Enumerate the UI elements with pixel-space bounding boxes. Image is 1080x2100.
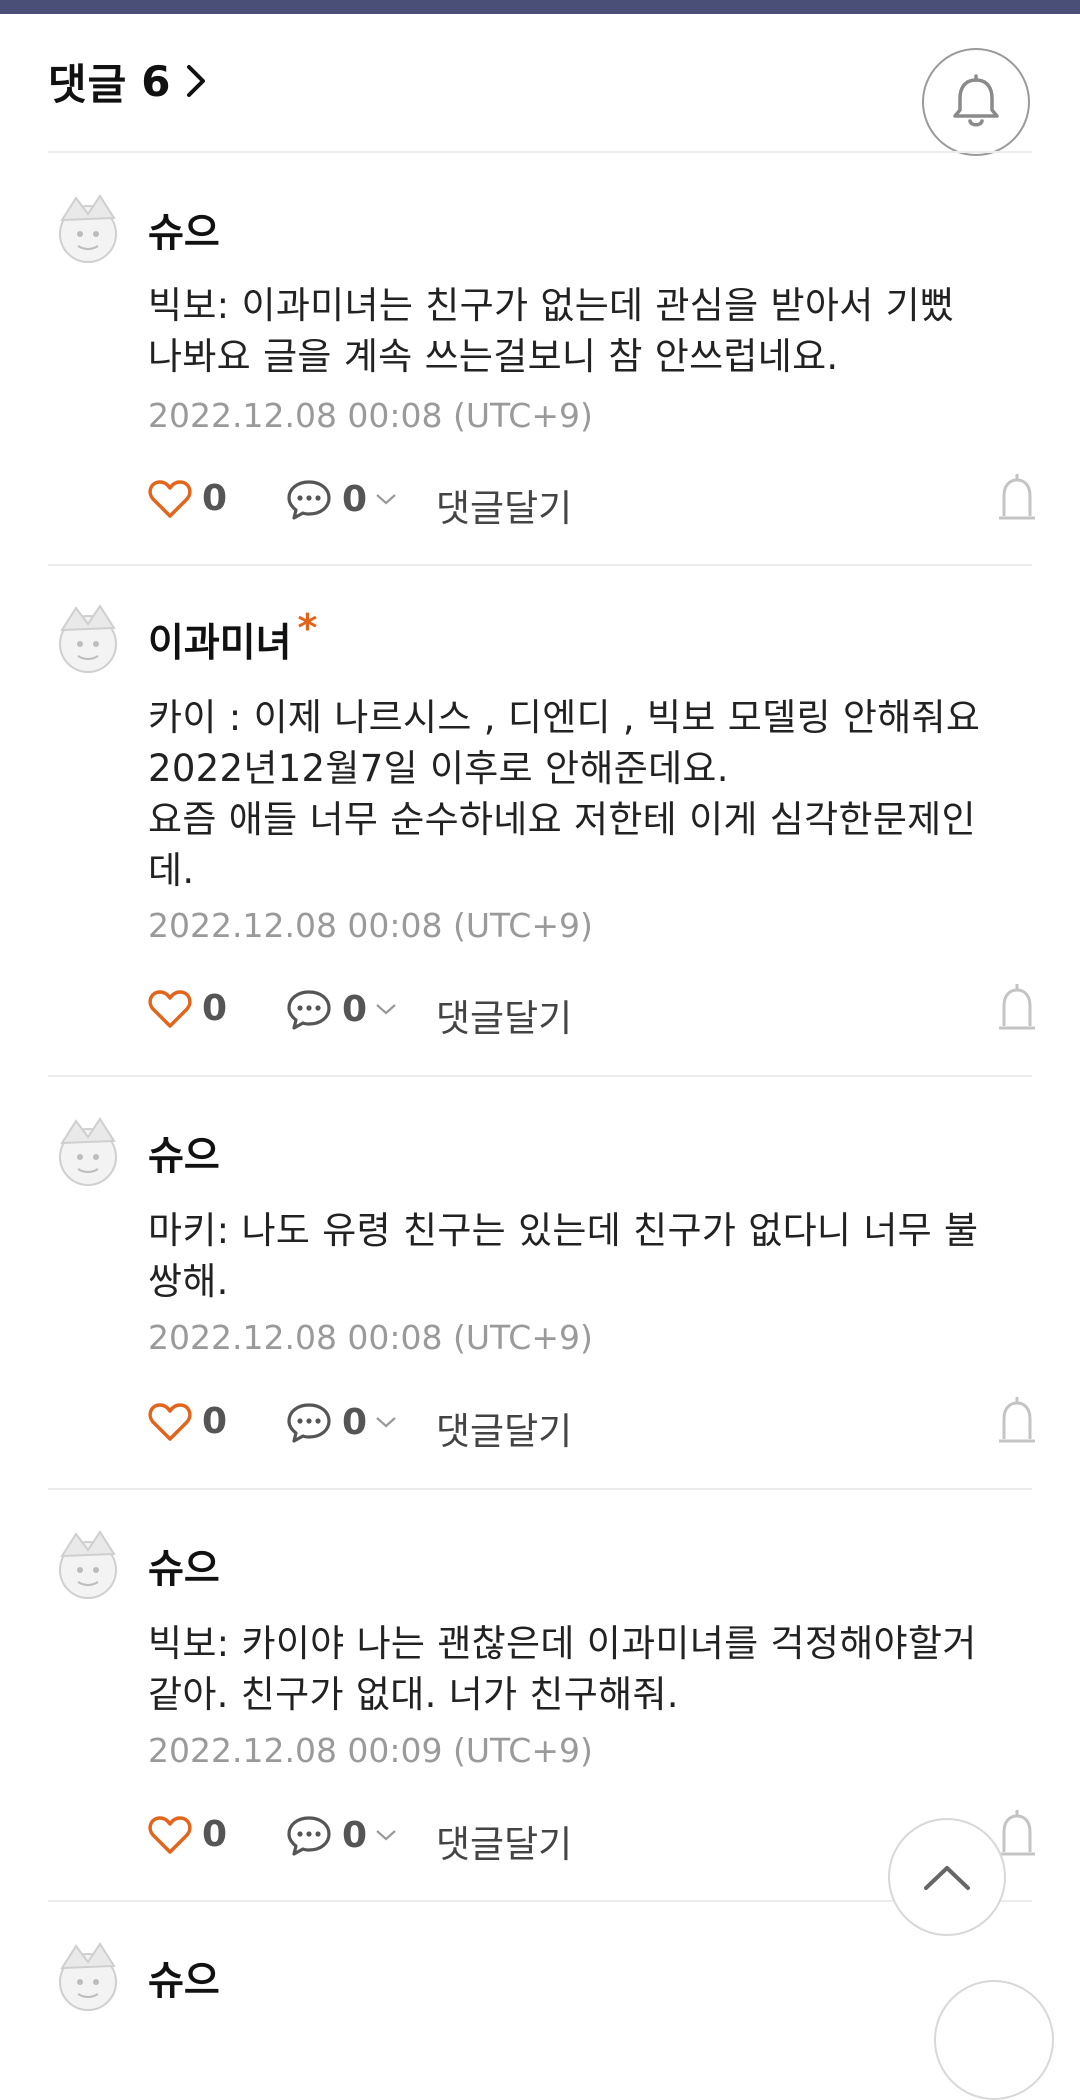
comments-count: 6 (141, 56, 171, 106)
author-name: 슈으 (148, 1959, 220, 2004)
like-count: 0 (202, 1814, 228, 1855)
comment-author[interactable]: 이과미녀 * (148, 606, 317, 668)
like-count: 0 (202, 988, 228, 1029)
heart-icon (148, 989, 192, 1028)
comments-title: 댓글 (48, 59, 128, 109)
notification-bell-button[interactable] (922, 48, 1030, 156)
replies-toggle[interactable]: 0 (286, 478, 397, 520)
author-badge: * (297, 606, 318, 650)
write-reply-button[interactable]: 댓글달기 (436, 478, 572, 532)
report-icon[interactable] (996, 1808, 1038, 1860)
speech-bubble-icon (287, 1816, 331, 1856)
chevron-down-icon (376, 1004, 396, 1015)
comment-text: 빅보: 카이야 나는 괜찮은데 이과미녀를 걱정해야할거 같아. 친구가 없대.… (148, 1622, 977, 1716)
top-status-bar (0, 0, 1080, 14)
chevron-down-icon (376, 494, 396, 505)
author-name: 슈으 (148, 1134, 220, 1179)
comment-actions: 0 0 댓글달기 (148, 982, 1038, 1042)
author-name: 슈으 (148, 1547, 220, 1592)
reply-count: 0 (342, 478, 368, 520)
heart-icon (148, 1815, 192, 1854)
like-count: 0 (202, 1401, 228, 1442)
chevron-down-icon (376, 1830, 396, 1841)
bell-icon (953, 74, 999, 127)
compose-button[interactable] (934, 1980, 1054, 2100)
chevron-right-icon (186, 65, 205, 97)
divider (48, 1900, 1032, 1902)
report-icon[interactable] (996, 982, 1038, 1034)
comment-author[interactable]: 슈으 (148, 1950, 220, 2006)
comment-actions: 0 0 댓글달기 (148, 1395, 1038, 1455)
like-button[interactable]: 0 (148, 988, 227, 1029)
write-reply-button[interactable]: 댓글달기 (436, 988, 572, 1042)
avatar-jester-icon (59, 604, 117, 673)
like-button[interactable]: 0 (148, 478, 227, 519)
divider (48, 151, 1032, 153)
report-icon[interactable] (996, 472, 1038, 524)
reply-count: 0 (342, 1401, 368, 1443)
divider (48, 1075, 1032, 1077)
author-name: 이과미녀 (148, 621, 292, 666)
write-reply-button[interactable]: 댓글달기 (436, 1401, 572, 1455)
like-count: 0 (202, 478, 228, 519)
like-button[interactable]: 0 (148, 1814, 227, 1855)
comment-timestamp: 2022.12.08 00:08 (UTC+9) (148, 906, 593, 945)
write-reply-button[interactable]: 댓글달기 (436, 1814, 572, 1868)
avatar-jester-icon (59, 1530, 117, 1599)
replies-toggle[interactable]: 0 (286, 988, 397, 1030)
replies-toggle[interactable]: 0 (286, 1401, 397, 1443)
chevron-up-icon (924, 1866, 970, 1890)
scroll-to-top-button[interactable] (888, 1818, 1006, 1936)
divider (48, 564, 1032, 566)
reply-count: 0 (342, 1814, 368, 1856)
speech-bubble-icon (287, 480, 331, 520)
comment-author[interactable]: 슈으 (148, 202, 226, 258)
divider (48, 1488, 1032, 1490)
avatar-jester-icon (59, 1117, 117, 1186)
replies-toggle[interactable]: 0 (286, 1814, 397, 1856)
comment-text: 마키: 나도 유령 친구는 있는데 친구가 없다니 너무 불 쌍해. (148, 1209, 979, 1303)
chevron-down-icon (376, 1417, 396, 1428)
comment-text: 빅보: 이과미녀는 친구가 없는데 관심을 받아서 기뻤 나봐요 글을 계속 쓰… (148, 284, 955, 378)
comment-author[interactable]: 슈으 (148, 1538, 226, 1594)
comment-timestamp: 2022.12.08 00:08 (UTC+9) (148, 1318, 593, 1357)
avatar-jester-icon (59, 194, 117, 263)
comments-header[interactable]: 댓글 6 (48, 46, 211, 116)
reply-count: 0 (342, 988, 368, 1030)
comment-actions: 0 0 댓글달기 (148, 472, 1038, 532)
author-name: 슈으 (148, 211, 220, 256)
avatar-jester-icon (59, 1942, 117, 2011)
heart-icon (148, 479, 192, 518)
like-button[interactable]: 0 (148, 1401, 227, 1442)
comment-author[interactable]: 슈으 (148, 1125, 226, 1181)
comment-timestamp: 2022.12.08 00:09 (UTC+9) (148, 1731, 593, 1770)
heart-icon (148, 1402, 192, 1441)
comment-text: 카이 : 이제 나르시스 , 디엔디 , 빅보 모델링 안해줘요 2022년12… (148, 696, 981, 892)
speech-bubble-icon (287, 1403, 331, 1443)
speech-bubble-icon (287, 990, 331, 1030)
comment-timestamp: 2022.12.08 00:08 (UTC+9) (148, 396, 593, 435)
report-icon[interactable] (996, 1395, 1038, 1447)
